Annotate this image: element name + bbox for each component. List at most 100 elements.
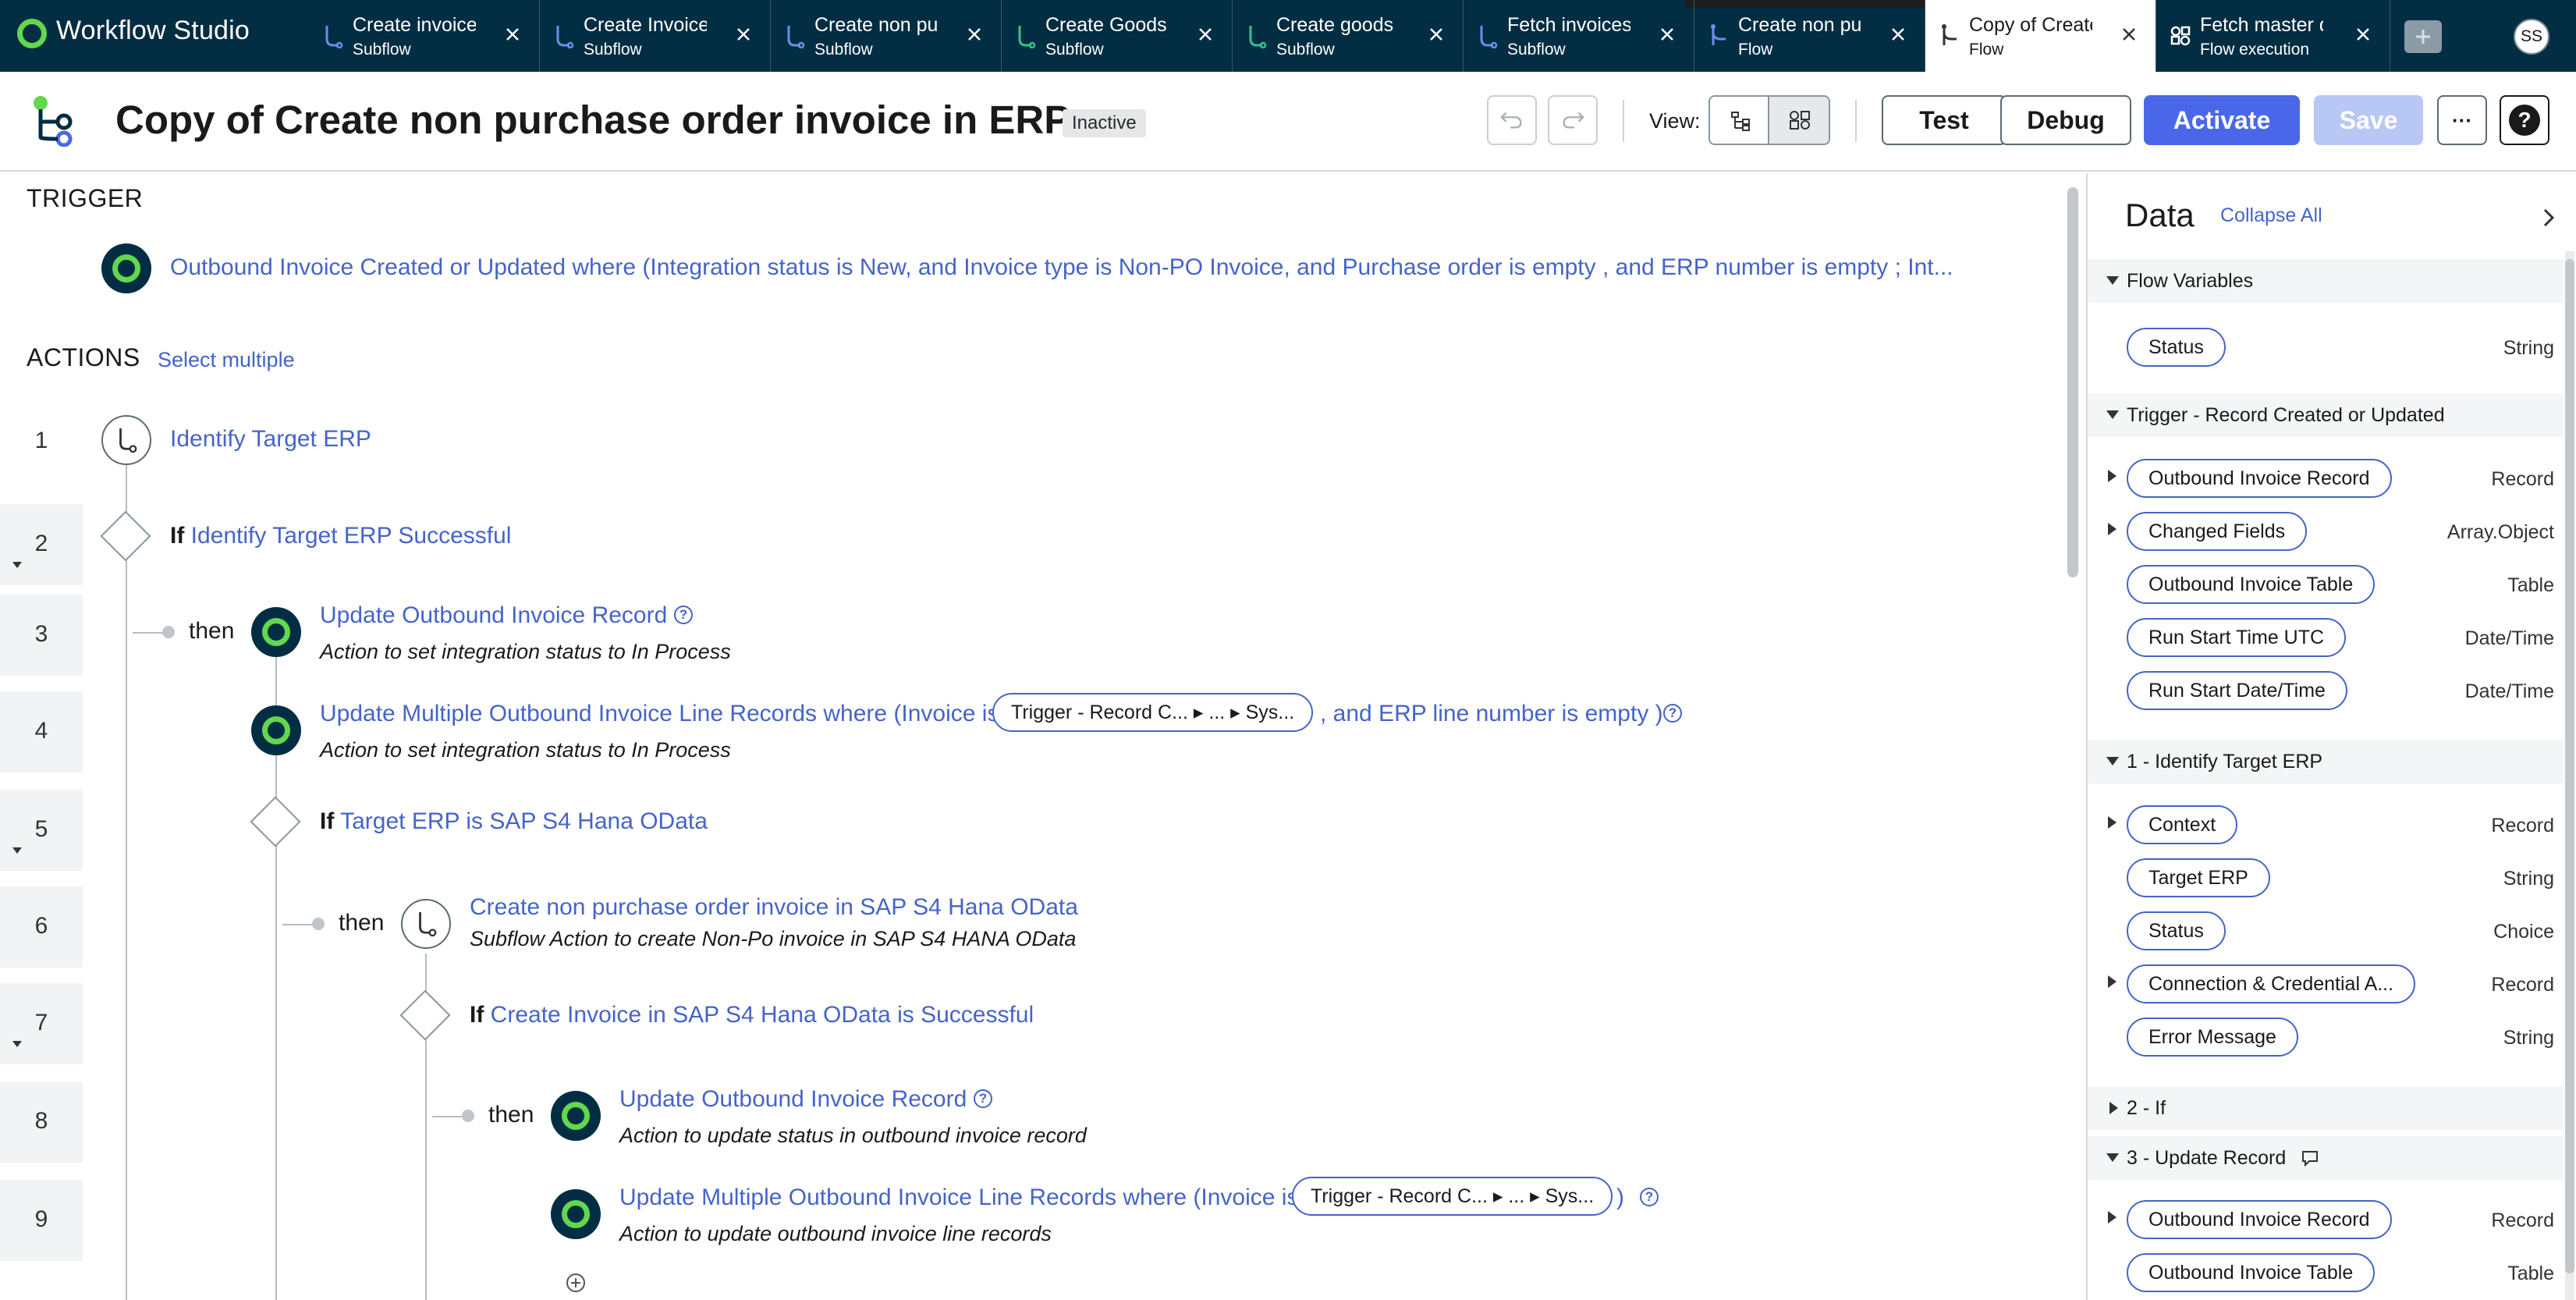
chevron-right-icon[interactable] bbox=[2540, 206, 2559, 229]
if-node-icon[interactable] bbox=[250, 796, 301, 847]
data-pill-target-erp[interactable]: Target ERP bbox=[2127, 858, 2270, 897]
step-create-non-po-invoice-sap[interactable]: Create non purchase order invoice in SAP… bbox=[470, 894, 1078, 921]
if-node-icon[interactable] bbox=[100, 510, 151, 562]
row-number[interactable]: 5 bbox=[0, 790, 83, 871]
collapse-caret-icon[interactable] bbox=[12, 562, 22, 568]
tab-8[interactable]: Fetch master d Flow execution bbox=[2156, 0, 2390, 72]
debug-button[interactable]: Debug bbox=[2000, 95, 2131, 145]
help-circle-icon[interactable]: ? bbox=[1663, 704, 1682, 723]
close-icon[interactable] bbox=[1196, 25, 1215, 44]
action-node-icon[interactable] bbox=[551, 1189, 601, 1239]
action-node-icon[interactable] bbox=[251, 607, 301, 657]
view-toggle[interactable] bbox=[1708, 95, 1830, 145]
close-icon[interactable] bbox=[503, 25, 522, 44]
group-if[interactable]: 2 - If bbox=[2088, 1086, 2564, 1130]
close-icon[interactable] bbox=[965, 25, 984, 44]
help-button[interactable]: ? bbox=[2500, 95, 2549, 145]
close-icon[interactable] bbox=[2120, 25, 2138, 44]
step-title-suffix[interactable]: , and ERP line number is empty ) bbox=[1320, 701, 1663, 727]
expand-caret-icon[interactable] bbox=[2108, 523, 2117, 535]
data-pill-outbound-invoice-table[interactable]: Outbound Invoice Table bbox=[2127, 565, 2376, 604]
close-icon[interactable] bbox=[2354, 25, 2372, 44]
step-if-target-erp-sap[interactable]: If Target ERP is SAP S4 Hana OData bbox=[320, 808, 708, 835]
data-pill-outbound-invoice-record[interactable]: Outbound Invoice Record bbox=[2127, 459, 2392, 498]
tab-3[interactable]: Create Goods Subflow bbox=[1002, 0, 1233, 72]
close-icon[interactable] bbox=[734, 25, 753, 44]
action-node-icon[interactable] bbox=[251, 705, 301, 755]
data-pill-status[interactable]: Status bbox=[2127, 328, 2226, 367]
expand-caret-icon[interactable] bbox=[2108, 470, 2117, 482]
subflow-node-icon[interactable] bbox=[401, 899, 451, 949]
group-update-record[interactable]: 3 - Update Record bbox=[2088, 1136, 2564, 1180]
action-node-icon[interactable] bbox=[551, 1091, 601, 1141]
tab-4[interactable]: Create goods r Subflow bbox=[1233, 0, 1464, 72]
data-pill-context[interactable]: Context bbox=[2127, 805, 2238, 844]
help-circle-icon[interactable]: ? bbox=[974, 1089, 992, 1108]
close-icon[interactable] bbox=[1658, 25, 1677, 44]
redo-button[interactable] bbox=[1548, 95, 1598, 145]
data-pill-outbound-invoice-table[interactable]: Outbound Invoice Table bbox=[2127, 1253, 2376, 1292]
step-title-suffix[interactable]: ) bbox=[1616, 1185, 1624, 1211]
activate-button[interactable]: Activate bbox=[2144, 95, 2300, 145]
tab-1[interactable]: Create Invoice Subflow bbox=[540, 0, 771, 72]
caret-down-icon bbox=[2106, 276, 2119, 285]
collapse-caret-icon[interactable] bbox=[12, 1041, 22, 1047]
if-node-icon[interactable] bbox=[399, 989, 451, 1041]
group-flow-variables[interactable]: Flow Variables bbox=[2088, 259, 2564, 303]
tab-2[interactable]: Create non pu Subflow bbox=[771, 0, 1002, 72]
expand-caret-icon[interactable] bbox=[2108, 816, 2117, 829]
data-pill-connection-credential[interactable]: Connection & Credential A... bbox=[2127, 964, 2416, 1003]
data-pill-outbound-invoice-record[interactable]: Outbound Invoice Record bbox=[2127, 1200, 2392, 1239]
group-identify-target-erp[interactable]: 1 - Identify Target ERP bbox=[2088, 740, 2564, 783]
add-step-icon[interactable] bbox=[565, 1272, 587, 1294]
tab-5[interactable]: Fetch invoices Subflow bbox=[1464, 0, 1694, 72]
connector-line bbox=[126, 439, 127, 1300]
trigger-node-icon[interactable] bbox=[101, 243, 151, 293]
canvas-scrollbar[interactable] bbox=[2067, 187, 2078, 577]
row-number: 6 bbox=[0, 886, 83, 968]
comment-icon[interactable] bbox=[2300, 1149, 2320, 1167]
close-icon[interactable] bbox=[1889, 25, 1907, 44]
select-multiple-link[interactable]: Select multiple bbox=[158, 348, 295, 372]
data-pill[interactable]: Trigger - Record C... ▸ ... ▸ Sys... bbox=[992, 693, 1314, 732]
step-update-outbound-invoice-record-2[interactable]: Update Outbound Invoice Record bbox=[619, 1086, 967, 1113]
diagram-view-option[interactable] bbox=[1771, 97, 1829, 144]
close-icon[interactable] bbox=[1427, 25, 1446, 44]
collapse-caret-icon[interactable] bbox=[12, 847, 22, 854]
step-if-create-invoice-successful[interactable]: If Create Invoice in SAP S4 Hana OData i… bbox=[470, 1002, 1034, 1028]
save-button[interactable]: Save bbox=[2314, 95, 2423, 145]
expand-caret-icon[interactable] bbox=[2108, 975, 2117, 988]
var-type: Table bbox=[2507, 574, 2554, 596]
expand-caret-icon[interactable] bbox=[2108, 1211, 2117, 1224]
tab-6[interactable]: Create non pu Flow bbox=[1694, 0, 1925, 72]
data-pill-error-message[interactable]: Error Message bbox=[2127, 1018, 2298, 1057]
help-circle-icon[interactable]: ? bbox=[674, 606, 693, 624]
tab-7-active[interactable]: Copy of Create Flow bbox=[1925, 0, 2156, 72]
data-pill-changed-fields[interactable]: Changed Fields bbox=[2127, 512, 2308, 551]
row-number[interactable]: 2 bbox=[0, 504, 83, 585]
more-options-button[interactable]: ··· bbox=[2437, 95, 2487, 145]
step-if-identify-target-erp[interactable]: If Identify Target ERP Successful bbox=[170, 523, 511, 549]
test-button[interactable]: Test bbox=[1882, 95, 2007, 145]
undo-button[interactable] bbox=[1487, 95, 1537, 145]
step-update-outbound-invoice-record[interactable]: Update Outbound Invoice Record bbox=[320, 602, 667, 629]
step-identify-target-erp[interactable]: Identify Target ERP bbox=[170, 426, 371, 453]
top-bar: Workflow Studio Create invoice Subflow C… bbox=[0, 0, 2576, 72]
subflow-node-icon[interactable] bbox=[101, 415, 151, 465]
collapse-all-link[interactable]: Collapse All bbox=[2220, 204, 2322, 227]
user-avatar[interactable]: SS bbox=[2514, 19, 2549, 55]
tab-0[interactable]: Create invoice Subflow bbox=[309, 0, 540, 72]
step-update-multiple-line-records-2[interactable]: Update Multiple Outbound Invoice Line Re… bbox=[619, 1185, 1298, 1211]
add-tab-button[interactable] bbox=[2404, 20, 2442, 53]
data-pill-run-start-time-utc[interactable]: Run Start Time UTC bbox=[2127, 618, 2347, 657]
data-pill-run-start-datetime[interactable]: Run Start Date/Time bbox=[2127, 671, 2347, 710]
step-update-multiple-line-records[interactable]: Update Multiple Outbound Invoice Line Re… bbox=[320, 701, 999, 727]
panel-scrollbar[interactable] bbox=[2565, 259, 2574, 1273]
data-pill-status[interactable]: Status bbox=[2127, 911, 2226, 950]
data-pill[interactable]: Trigger - Record C... ▸ ... ▸ Sys... bbox=[1292, 1177, 1613, 1216]
trigger-link[interactable]: Outbound Invoice Created or Updated wher… bbox=[170, 254, 1953, 281]
tree-view-option[interactable] bbox=[1710, 97, 1769, 144]
help-circle-icon[interactable]: ? bbox=[1640, 1188, 1659, 1206]
group-trigger[interactable]: Trigger - Record Created or Updated bbox=[2088, 393, 2564, 437]
row-number[interactable]: 7 bbox=[0, 983, 83, 1064]
